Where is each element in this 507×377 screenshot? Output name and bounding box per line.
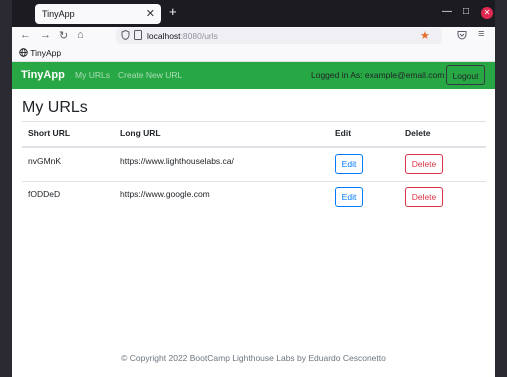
- login-status: Logged in As: example@email.com: [311, 70, 445, 80]
- column-header-delete: Delete: [405, 128, 431, 138]
- logout-button[interactable]: Logout: [446, 65, 485, 85]
- minimize-icon[interactable]: —: [442, 6, 452, 17]
- address-bar[interactable]: localhost:8080/urls ★: [116, 28, 442, 44]
- globe-icon: [19, 48, 28, 57]
- table-divider: [22, 121, 486, 122]
- browser-window: TinyApp ✕ + — □ ✕ ← → ↻ ⌂ localhost:8080…: [12, 0, 495, 377]
- tab-strip: TinyApp ✕ + — □ ✕: [12, 0, 495, 27]
- column-header-long-url: Long URL: [120, 128, 161, 138]
- edit-button[interactable]: Edit: [335, 187, 363, 207]
- page-title: My URLs: [22, 99, 88, 116]
- bookmark-label: TinyApp: [30, 48, 62, 58]
- shield-icon[interactable]: [121, 29, 130, 42]
- edit-button[interactable]: Edit: [335, 154, 363, 174]
- bookmark-star-icon[interactable]: ★: [420, 29, 430, 42]
- column-header-edit: Edit: [335, 128, 352, 138]
- maximize-icon[interactable]: □: [463, 6, 469, 17]
- close-tab-icon[interactable]: ✕: [146, 7, 155, 20]
- url-host: localhost: [147, 31, 181, 41]
- column-header-short-url: Short URL: [28, 128, 71, 138]
- footer-copyright: © Copyright 2022 BootCamp Lighthouse Lab…: [121, 353, 386, 363]
- brand-link[interactable]: TinyApp: [21, 69, 65, 81]
- delete-button[interactable]: Delete: [405, 154, 443, 174]
- long-url-cell: https://www.lighthouselabs.ca/: [120, 156, 234, 166]
- nav-create-new-url[interactable]: Create New URL: [118, 70, 182, 80]
- page-info-icon[interactable]: [134, 30, 142, 42]
- delete-button[interactable]: Delete: [405, 187, 443, 207]
- bookmarks-bar: TinyApp: [12, 45, 495, 62]
- back-icon[interactable]: ←: [20, 29, 31, 41]
- page-content: TinyApp My URLs Create New URL Logged in…: [12, 62, 495, 377]
- home-icon[interactable]: ⌂: [77, 29, 84, 41]
- short-url-cell: nvGMnK: [28, 156, 62, 166]
- window-close-icon[interactable]: ✕: [481, 7, 493, 19]
- reload-icon[interactable]: ↻: [59, 29, 68, 42]
- bookmark-tinyapp[interactable]: TinyApp: [19, 48, 61, 58]
- nav-my-urls[interactable]: My URLs: [75, 70, 110, 80]
- forward-icon[interactable]: →: [40, 29, 51, 41]
- menu-icon[interactable]: ≡: [478, 28, 484, 40]
- tab-title: TinyApp: [42, 9, 75, 19]
- navigation-toolbar: ← → ↻ ⌂ localhost:8080/urls ★ ≡: [12, 27, 495, 45]
- pocket-icon[interactable]: [457, 30, 467, 42]
- short-url-cell: fODDeD: [28, 189, 61, 199]
- tab-tinyapp[interactable]: TinyApp ✕: [35, 4, 161, 24]
- table-divider: [22, 181, 486, 182]
- new-tab-button[interactable]: +: [169, 4, 177, 19]
- table-divider: [22, 146, 486, 148]
- url-path: :8080/urls: [180, 31, 218, 41]
- url-text: localhost:8080/urls: [147, 31, 218, 41]
- long-url-cell: https://www.google.com: [120, 189, 210, 199]
- app-navbar: TinyApp My URLs Create New URL Logged in…: [12, 62, 495, 89]
